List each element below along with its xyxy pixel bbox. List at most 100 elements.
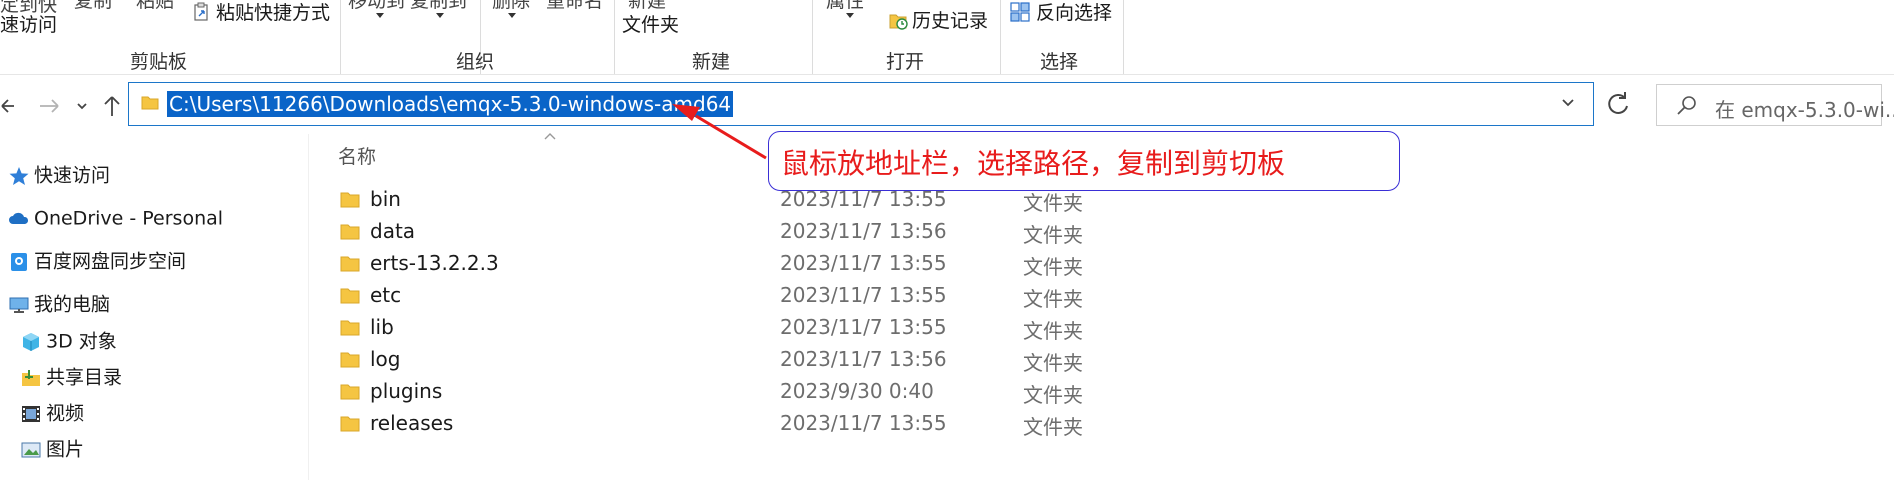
sidebar-item-label: 图片	[46, 438, 85, 461]
up-icon[interactable]	[102, 94, 122, 118]
move-to-button[interactable]: 移动到	[348, 0, 405, 12]
refresh-button[interactable]	[1598, 84, 1638, 124]
rename-button[interactable]: 重命名	[546, 0, 603, 12]
table-row[interactable]: erts-13.2.2.3 2023/11/7 13:55 文件夹	[330, 248, 1230, 280]
ribbon-divider	[812, 0, 813, 74]
file-modified-date: 2023/11/7 13:55	[780, 411, 947, 435]
baidu-icon	[11, 252, 27, 271]
file-name: erts-13.2.2.3	[370, 251, 499, 275]
sidebar-item-label: OneDrive - Personal	[34, 207, 224, 230]
organize-group-label: 组织	[456, 51, 495, 73]
forward-icon[interactable]	[38, 94, 60, 118]
new-item-button[interactable]: 新建	[628, 0, 666, 12]
invert-selection-button[interactable]: 反向选择	[1036, 2, 1112, 24]
file-name: log	[370, 347, 401, 371]
folder-icon	[340, 416, 360, 432]
shared-folder-icon	[22, 369, 40, 386]
ribbon-divider	[1000, 0, 1001, 74]
sidebar-item-onedrive[interactable]: OneDrive - Personal	[8, 203, 223, 233]
ribbon-divider	[340, 0, 341, 74]
column-header-name[interactable]: 名称	[338, 142, 376, 169]
file-modified-date: 2023/11/7 13:56	[780, 219, 947, 243]
ribbon-divider	[614, 0, 615, 74]
sidebar-item-label: 共享目录	[46, 366, 123, 389]
file-modified-date: 2023/11/7 13:55	[780, 251, 947, 275]
file-modified-date: 2023/11/7 13:55	[780, 283, 947, 307]
ribbon-divider	[1123, 0, 1124, 74]
delete-dropdown-icon	[508, 13, 516, 18]
file-name: bin	[370, 187, 401, 211]
file-type: 文件夹	[1023, 319, 1083, 343]
cube-icon	[23, 332, 39, 351]
folder-icon	[340, 192, 360, 208]
pin-quick-access-label-2[interactable]: 速访问	[0, 14, 57, 36]
delete-button[interactable]: 删除	[492, 0, 530, 12]
sidebar-item-label: 百度网盘同步空间	[34, 250, 187, 273]
sidebar-item-label: 3D 对象	[46, 330, 117, 353]
sidebar-item-label: 快速访问	[34, 164, 111, 187]
address-bar[interactable]: C:\Users\11266\Downloads\emqx-5.3.0-wind…	[128, 82, 1594, 126]
clipboard-group-label: 剪贴板	[130, 51, 188, 73]
folder-icon	[340, 256, 360, 272]
file-name: plugins	[370, 379, 443, 403]
copy-to-button[interactable]: 复制到	[410, 0, 467, 12]
table-row[interactable]: data 2023/11/7 13:56 文件夹	[330, 216, 1230, 248]
folder-icon	[340, 352, 360, 368]
select-group-label: 选择	[1040, 51, 1079, 73]
sidebar-item-videos[interactable]: 视频	[20, 398, 84, 428]
file-type: 文件夹	[1023, 415, 1083, 439]
ribbon-bottom-border	[0, 74, 1894, 75]
table-row[interactable]: releases 2023/11/7 13:55 文件夹	[330, 408, 1230, 440]
sidebar-item-baidu[interactable]: 百度网盘同步空间	[8, 246, 186, 276]
properties-button[interactable]: 属性	[826, 0, 864, 12]
history-icon	[889, 14, 908, 30]
sidebar-item-label: 视频	[46, 402, 85, 425]
file-type: 文件夹	[1023, 351, 1083, 375]
star-icon	[9, 166, 29, 185]
sidebar-item-shared-folder[interactable]: 共享目录	[20, 362, 122, 392]
paste-button[interactable]: 粘贴	[136, 0, 174, 12]
search-input[interactable]: 在 emqx-5.3.0-wi...	[1715, 94, 1894, 123]
copy-to-dropdown-icon	[436, 13, 444, 18]
table-row[interactable]: etc 2023/11/7 13:55 文件夹	[330, 280, 1230, 312]
file-type: 文件夹	[1023, 287, 1083, 311]
recent-locations-chevron-down-icon[interactable]	[76, 100, 88, 112]
sidebar-item-label: 我的电脑	[34, 293, 111, 316]
address-history-chevron-down-icon[interactable]	[1561, 95, 1575, 109]
sidebar-item-quick-access[interactable]: 快速访问	[8, 160, 110, 190]
sidebar-item-3d-objects[interactable]: 3D 对象	[20, 326, 117, 356]
refresh-icon	[1608, 92, 1628, 114]
paste-shortcut-button[interactable]: 粘贴快捷方式	[216, 2, 330, 24]
move-to-dropdown-icon	[376, 13, 384, 18]
folder-icon	[340, 384, 360, 400]
properties-dropdown-icon	[846, 13, 854, 18]
video-icon	[22, 405, 40, 422]
cloud-icon	[9, 212, 29, 224]
computer-icon	[9, 297, 29, 313]
table-row[interactable]: log 2023/11/7 13:56 文件夹	[330, 344, 1230, 376]
picture-icon	[21, 442, 41, 457]
back-icon[interactable]	[0, 94, 16, 118]
annotation-callout: 鼠标放地址栏，选择路径，复制到剪切板	[768, 131, 1400, 191]
open-group-label: 打开	[886, 51, 925, 73]
folder-icon	[340, 288, 360, 304]
annotation-text: 鼠标放地址栏，选择路径，复制到剪切板	[781, 147, 1286, 180]
file-type: 文件夹	[1023, 255, 1083, 279]
table-row[interactable]: lib 2023/11/7 13:55 文件夹	[330, 312, 1230, 344]
new-folder-button[interactable]: 文件夹	[622, 14, 679, 36]
table-row[interactable]: plugins 2023/9/30 0:40 文件夹	[330, 376, 1230, 408]
copy-button[interactable]: 复制	[74, 0, 112, 12]
sidebar-item-pictures[interactable]: 图片	[20, 434, 84, 464]
folder-icon	[340, 320, 360, 336]
sidebar-item-this-pc[interactable]: 我的电脑	[8, 289, 110, 319]
address-path-text[interactable]: C:\Users\11266\Downloads\emqx-5.3.0-wind…	[167, 91, 734, 117]
paste-shortcut-icon	[194, 2, 208, 21]
file-type: 文件夹	[1023, 383, 1083, 407]
folder-icon	[141, 96, 159, 110]
file-name: releases	[370, 411, 454, 435]
new-group-label: 新建	[692, 51, 731, 73]
history-button[interactable]: 历史记录	[912, 10, 988, 32]
search-box[interactable]: 在 emqx-5.3.0-wi...	[1656, 84, 1894, 126]
search-icon	[1677, 96, 1696, 115]
ribbon: 定到快 速访问 复制 粘贴 粘贴快捷方式 剪贴板 移动到 复制到 删除 重命名 …	[0, 0, 1894, 76]
